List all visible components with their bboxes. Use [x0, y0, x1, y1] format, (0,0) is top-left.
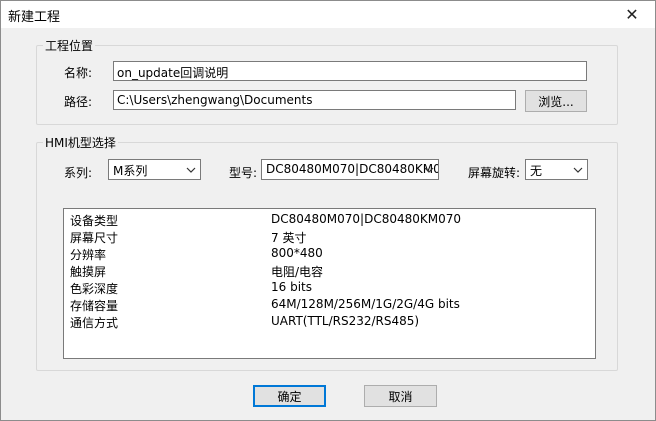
series-select-value: M系列: [113, 164, 148, 178]
chevron-down-icon: [422, 161, 436, 178]
project-location-group: 工程位置: [36, 37, 618, 125]
ok-button[interactable]: 确定: [253, 385, 326, 407]
spec-key: 分辨率: [70, 248, 107, 262]
hmi-model-legend: HMI机型选择: [43, 134, 118, 151]
cancel-button[interactable]: 取消: [364, 385, 437, 407]
project-name-input[interactable]: on_update回调说明: [113, 61, 587, 81]
series-label: 系列:: [64, 166, 93, 180]
spec-value: 16 bits: [271, 280, 312, 294]
name-label: 名称:: [64, 66, 93, 80]
project-path-input[interactable]: C:\Users\zhengwang\Documents: [113, 90, 516, 110]
spec-key: 通信方式: [70, 316, 119, 330]
rotation-select[interactable]: 无: [525, 159, 588, 180]
spec-key: 触摸屏: [70, 265, 107, 279]
path-label: 路径:: [64, 95, 93, 109]
spec-key: 屏幕尺寸: [70, 231, 119, 245]
browse-button[interactable]: 浏览...: [525, 90, 587, 112]
spec-value: 7 英寸: [271, 231, 307, 245]
rotation-select-value: 无: [530, 164, 543, 178]
spec-value: 64M/128M/256M/1G/2G/4G bits: [271, 297, 460, 311]
list-item: 通信方式 UART(TTL/RS232/RS485): [70, 314, 590, 331]
window-title: 新建工程: [8, 10, 61, 25]
model-select-value: DC80480M070|DC80480KM070: [266, 162, 439, 176]
project-location-legend: 工程位置: [43, 37, 96, 54]
rotation-label: 屏幕旋转:: [468, 166, 521, 180]
series-select[interactable]: M系列: [108, 159, 201, 180]
list-item: 存储容量 64M/128M/256M/1G/2G/4G bits: [70, 297, 590, 314]
spec-list[interactable]: 设备类型 DC80480M070|DC80480KM070 屏幕尺寸 7 英寸 …: [63, 208, 596, 359]
spec-value: 800*480: [271, 246, 323, 260]
spec-key: 存储容量: [70, 299, 119, 313]
spec-key: 设备类型: [70, 214, 119, 228]
list-item: 分辨率 800*480: [70, 246, 590, 263]
spec-key: 色彩深度: [70, 282, 119, 296]
model-select[interactable]: DC80480M070|DC80480KM070: [261, 159, 439, 180]
spec-value: DC80480M070|DC80480KM070: [271, 212, 462, 226]
chevron-down-icon: [571, 161, 585, 178]
title-bar[interactable]: 新建工程 ✕: [1, 1, 655, 28]
spec-value: UART(TTL/RS232/RS485): [271, 314, 420, 328]
list-item: 触摸屏 电阻/电容: [70, 263, 590, 280]
chevron-down-icon: [184, 161, 198, 178]
new-project-dialog: 新建工程 ✕ 工程位置 名称: on_update回调说明 路径: C:\Use…: [0, 0, 656, 421]
list-item: 色彩深度 16 bits: [70, 280, 590, 297]
model-label: 型号:: [229, 166, 258, 180]
spec-value: 电阻/电容: [271, 265, 324, 279]
list-item: 设备类型 DC80480M070|DC80480KM070: [70, 212, 590, 229]
close-icon: ✕: [625, 5, 639, 24]
close-button[interactable]: ✕: [609, 1, 655, 28]
list-item: 屏幕尺寸 7 英寸: [70, 229, 590, 246]
